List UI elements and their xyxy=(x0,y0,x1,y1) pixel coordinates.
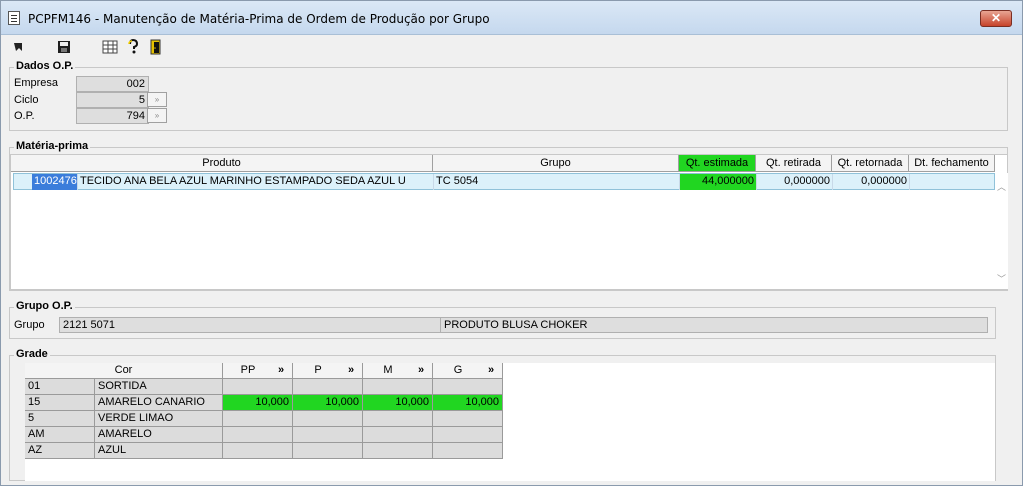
grade-grid: Cor PP » P » M » G » 01 SORTIDA 15 AMARE… xyxy=(25,363,995,481)
color-name-cell[interactable]: AZUL xyxy=(95,443,223,459)
color-code-cell[interactable]: AZ xyxy=(25,443,95,459)
color-name-cell[interactable]: AMARELO CANARIO xyxy=(95,395,223,411)
size-label: P xyxy=(314,364,322,376)
qty-cell[interactable]: 10,000 xyxy=(223,395,293,411)
qty-cell[interactable] xyxy=(433,379,503,395)
expand-size-icon[interactable]: » xyxy=(271,363,291,379)
qty-cell[interactable] xyxy=(223,427,293,443)
size-header[interactable]: PP » xyxy=(223,363,293,379)
qty-cell[interactable] xyxy=(223,379,293,395)
color-name-cell[interactable]: VERDE LIMAO xyxy=(95,411,223,427)
color-code-cell[interactable]: 15 xyxy=(25,395,95,411)
qty-cell[interactable] xyxy=(293,379,363,395)
codigo-cell[interactable]: 1002476 xyxy=(32,174,78,190)
grupo-desc-field[interactable]: PRODUTO BLUSA CHOKER xyxy=(440,317,988,333)
grade-panel: Grade Cor PP » P » M » G » 01 SORTIDA 15… xyxy=(9,348,996,481)
qty-cell[interactable] xyxy=(293,427,363,443)
cor-header[interactable]: Cor xyxy=(25,363,223,379)
window-title: PCPFM146 - Manutenção de Matéria-Prima d… xyxy=(28,12,490,26)
qty-cell[interactable] xyxy=(223,411,293,427)
empresa-label: Empresa xyxy=(14,77,59,89)
arrow-cursor-icon[interactable] xyxy=(10,39,26,55)
color-code-cell[interactable]: AM xyxy=(25,427,95,443)
color-code-cell[interactable]: 5 xyxy=(25,411,95,427)
close-button[interactable]: ✕ xyxy=(980,10,1012,27)
col-qt-estimada-header[interactable]: Qt. estimada xyxy=(679,155,756,172)
grupo-cell[interactable]: TC 5054 xyxy=(434,174,680,190)
grupo-label: Grupo xyxy=(14,319,45,331)
dados-op-panel: Dados O.P. Empresa 002 Ciclo 5 » O.P. 79… xyxy=(9,60,1008,131)
qty-cell[interactable] xyxy=(223,443,293,459)
qty-cell[interactable] xyxy=(293,443,363,459)
size-header[interactable]: M » xyxy=(363,363,433,379)
qty-cell[interactable] xyxy=(363,379,433,395)
op-label: O.P. xyxy=(14,110,35,122)
grupo-op-legend: Grupo O.P. xyxy=(14,300,75,312)
qty-cell[interactable]: 10,000 xyxy=(433,395,503,411)
scroll-up-icon[interactable]: ︿ xyxy=(995,181,1008,193)
col-qt-retornada-header[interactable]: Qt. retornada xyxy=(832,155,909,172)
qty-cell[interactable] xyxy=(293,411,363,427)
materia-prima-grid: Produto Grupo Qt. estimada Qt. retirada … xyxy=(10,154,1008,290)
title-bar[interactable]: PCPFM146 - Manutenção de Matéria-Prima d… xyxy=(1,1,1022,35)
expand-size-icon[interactable]: » xyxy=(411,363,431,379)
qty-cell[interactable]: 10,000 xyxy=(363,395,433,411)
document-icon xyxy=(8,11,20,25)
size-header[interactable]: G » xyxy=(433,363,503,379)
save-icon[interactable] xyxy=(56,39,72,55)
materia-prima-legend: Matéria-prima xyxy=(14,140,91,152)
grade-legend: Grade xyxy=(14,348,50,360)
size-label: G xyxy=(453,364,463,376)
materia-prima-panel: Matéria-prima Produto Grupo Qt. estimada… xyxy=(9,140,1008,291)
color-code-cell[interactable]: 01 xyxy=(25,379,95,395)
qty-cell[interactable] xyxy=(363,443,433,459)
col-qt-retirada-header[interactable]: Qt. retirada xyxy=(756,155,832,172)
exit-door-icon[interactable] xyxy=(148,39,164,55)
size-label: PP xyxy=(240,364,256,376)
color-name-cell[interactable]: SORTIDA xyxy=(95,379,223,395)
empresa-field[interactable]: 002 xyxy=(76,76,149,92)
qt-retornada-cell[interactable]: 0,000000 xyxy=(833,174,910,190)
col-grupo-header[interactable]: Grupo xyxy=(433,155,679,172)
expand-size-icon[interactable]: » xyxy=(341,363,361,379)
col-dt-fechamento-header[interactable]: Dt. fechamento xyxy=(909,155,995,172)
dt-fechamento-cell[interactable] xyxy=(910,174,996,190)
dados-op-legend: Dados O.P. xyxy=(14,60,76,72)
qty-cell[interactable]: 10,000 xyxy=(293,395,363,411)
ciclo-lookup-button[interactable]: » xyxy=(147,92,167,107)
qt-estimada-cell[interactable]: 44,000000 xyxy=(680,174,757,190)
grupo-op-panel: Grupo O.P. Grupo 2121 5071 PRODUTO BLUSA… xyxy=(9,300,996,339)
help-icon[interactable] xyxy=(125,39,141,55)
qty-cell[interactable] xyxy=(433,443,503,459)
table-row[interactable]: 1002476 TECIDO ANA BELA AZUL MARINHO EST… xyxy=(13,173,996,190)
op-lookup-button[interactable]: » xyxy=(147,108,167,123)
produto-cell[interactable]: TECIDO ANA BELA AZUL MARINHO ESTAMPADO S… xyxy=(78,174,434,190)
size-label: M xyxy=(383,364,393,376)
size-header[interactable]: P » xyxy=(293,363,363,379)
toolbar xyxy=(1,36,1022,58)
qty-cell[interactable] xyxy=(363,427,433,443)
ciclo-label: Ciclo xyxy=(14,94,39,106)
op-field[interactable]: 794 xyxy=(76,108,149,124)
ciclo-field[interactable]: 5 xyxy=(76,92,149,108)
expand-size-icon[interactable]: » xyxy=(481,363,501,379)
grupo-code-field[interactable]: 2121 5071 xyxy=(59,317,442,333)
scroll-down-icon[interactable]: ﹀ xyxy=(995,273,1008,285)
qty-cell[interactable] xyxy=(433,411,503,427)
vertical-scrollbar[interactable]: ︿ ﹀ xyxy=(995,173,1008,289)
col-produto-header[interactable]: Produto xyxy=(11,155,433,172)
calculator-icon[interactable] xyxy=(102,39,118,55)
qty-cell[interactable] xyxy=(363,411,433,427)
color-name-cell[interactable]: AMARELO xyxy=(95,427,223,443)
qty-cell[interactable] xyxy=(433,427,503,443)
main-window: PCPFM146 - Manutenção de Matéria-Prima d… xyxy=(0,0,1023,486)
qt-retirada-cell[interactable]: 0,000000 xyxy=(757,174,833,190)
